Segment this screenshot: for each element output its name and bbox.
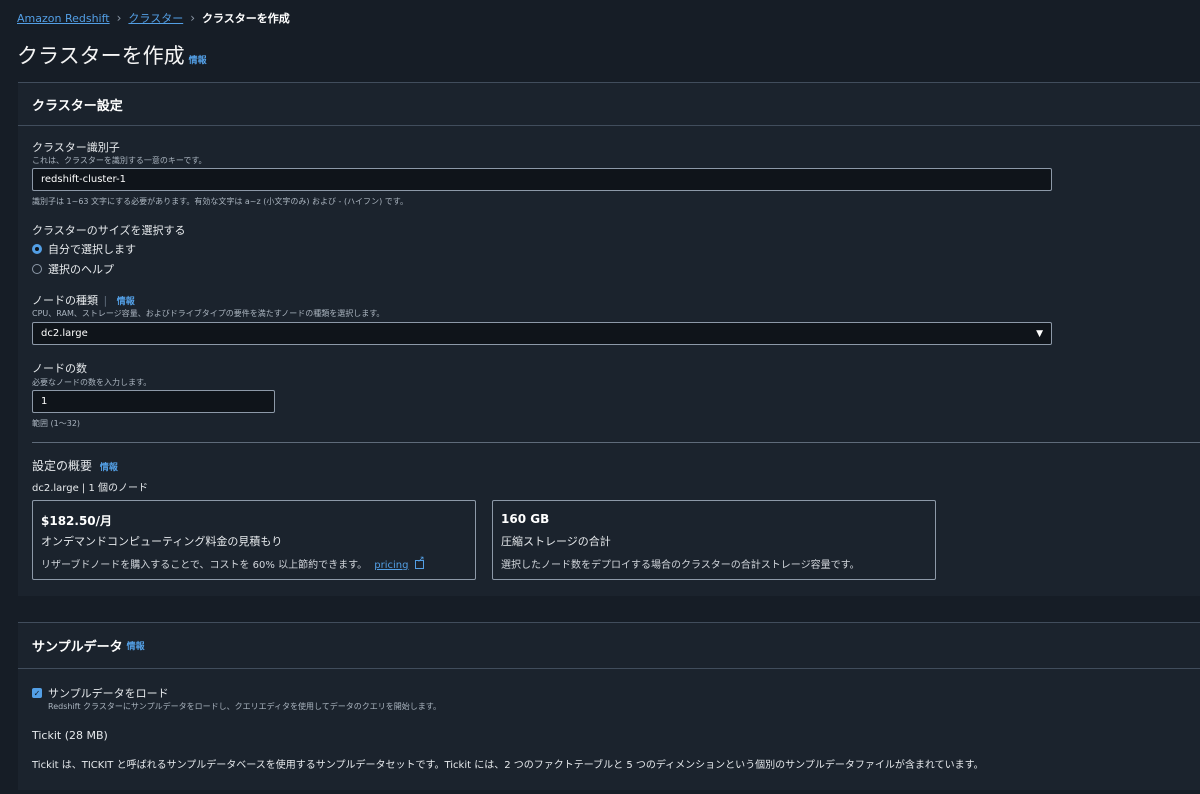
storage-note: 選択したノード数をデプロイする場合のクラスターの合計ストレージ容量です。 (501, 560, 860, 571)
cost-estimate-label: オンデマンドコンピューティング料金の見積もり (41, 535, 283, 548)
page-title: クラスターを作成 (17, 44, 185, 68)
pricing-link[interactable]: pricing (374, 560, 408, 571)
chevron-right-icon: › (116, 11, 122, 25)
sample-data-panel: サンプルデータ 情報 ✓ サンプルデータをロード Redshift クラスターに… (18, 622, 1200, 790)
summary-title: 設定の概要 (32, 459, 93, 473)
load-sample-data-description: Redshift クラスターにサンプルデータをロードし、クエリエディタを使用して… (48, 702, 442, 711)
node-type-description: CPU、RAM、ストレージ容量、およびドライブタイプの要件を満たすノードの種類を… (32, 309, 385, 318)
sample-data-info-link[interactable]: 情報 (127, 639, 145, 652)
load-sample-data-label: サンプルデータをロード (48, 687, 169, 700)
caret-down-icon: ▼ (1036, 329, 1043, 339)
page-title-row: クラスターを作成 情報 (17, 40, 207, 70)
sample-data-header-row: サンプルデータ 情報 (18, 623, 1200, 669)
radio-selected-icon[interactable] (32, 244, 42, 254)
node-count-description: 必要なノードの数を入力します。 (32, 378, 152, 387)
node-type-label: ノードの種類 (32, 294, 98, 307)
cluster-identifier-constraint: 識別子は 1~63 文字にする必要があります。有効な文字は a~z (小文字のみ… (32, 197, 408, 206)
cluster-identifier-label: クラスター識別子 (32, 141, 120, 154)
checkbox-checked-icon[interactable]: ✓ (32, 688, 42, 698)
node-count-input[interactable]: 1 (32, 390, 275, 413)
node-type-info-link[interactable]: 情報 (117, 297, 135, 307)
cost-estimate-note-row: リザーブドノードを購入することで、コストを 60% 以上節約できます。 pric… (41, 555, 425, 571)
size-option-manual[interactable]: 自分で選択します (32, 241, 136, 257)
node-type-label-row: ノードの種類 | 情報 (32, 292, 135, 308)
storage-label: 圧縮ストレージの合計 (501, 535, 611, 548)
node-type-value: dc2.large (41, 328, 88, 339)
cost-estimate-note: リザーブドノードを購入することで、コストを 60% 以上節約できます。 (41, 560, 368, 571)
storage-card: 160 GB 圧縮ストレージの合計 選択したノード数をデプロイする場合のクラスタ… (492, 500, 936, 580)
cluster-settings-panel: クラスター設定 クラスター識別子 これは、クラスターを識別する一意のキーです。 … (18, 82, 1200, 596)
breadcrumb-link-redshift[interactable]: Amazon Redshift (17, 12, 110, 25)
breadcrumb-link-clusters[interactable]: クラスター (128, 10, 183, 26)
dataset-description: Tickit は、TICKIT と呼ばれるサンプルデータベースを使用するサンプル… (32, 760, 984, 771)
external-link-icon[interactable] (414, 555, 425, 569)
node-type-select[interactable]: dc2.large ▼ (32, 322, 1052, 345)
node-count-range: 範囲 (1～32) (32, 419, 81, 428)
breadcrumb: Amazon Redshift › クラスター › クラスターを作成 (17, 10, 290, 26)
radio-unselected-icon[interactable] (32, 264, 42, 274)
sample-data-title: サンプルデータ (32, 640, 123, 655)
load-sample-data-checkbox-row[interactable]: ✓ サンプルデータをロード (32, 685, 169, 701)
node-count-label: ノードの数 (32, 362, 87, 375)
cluster-size-label: クラスターのサイズを選択する (32, 224, 186, 237)
size-option-manual-label: 自分で選択します (48, 243, 136, 256)
chevron-right-icon: › (190, 11, 196, 25)
storage-size: 160 GB (501, 512, 550, 526)
summary-title-row: 設定の概要 情報 (32, 457, 118, 474)
info-link[interactable]: 情報 (189, 53, 207, 66)
cluster-identifier-input[interactable]: redshift-cluster-1 (32, 168, 1052, 191)
cost-estimate-card: $182.50/月 オンデマンドコンピューティング料金の見積もり リザーブドノー… (32, 500, 476, 580)
cluster-identifier-description: これは、クラスターを識別する一意のキーです。 (32, 156, 207, 165)
cost-estimate-price: $182.50/月 (41, 514, 113, 528)
size-option-help-label: 選択のヘルプ (48, 263, 114, 276)
size-option-help[interactable]: 選択のヘルプ (32, 261, 114, 277)
cluster-settings-header: クラスター設定 (18, 83, 1200, 126)
dataset-title: Tickit (28 MB) (32, 729, 108, 742)
summary-line: dc2.large | 1 個のノード (32, 483, 148, 494)
summary-info-link[interactable]: 情報 (100, 463, 118, 473)
section-divider (32, 442, 1200, 443)
divider-bar: | (103, 294, 108, 307)
breadcrumb-current: クラスターを作成 (202, 12, 290, 25)
